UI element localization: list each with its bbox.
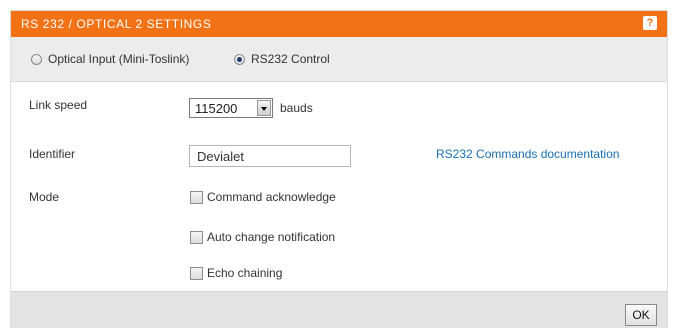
- dialog-title: RS 232 / OPTICAL 2 SETTINGS: [21, 17, 212, 31]
- checkbox-unchecked-icon[interactable]: [190, 266, 203, 280]
- dropdown-arrow-icon[interactable]: [257, 100, 271, 116]
- ok-button[interactable]: OK: [625, 304, 657, 326]
- question-mark-icon[interactable]: ?: [643, 16, 657, 30]
- rs232-docs-link[interactable]: RS232 Commands documentation: [436, 147, 619, 161]
- checkbox-command-acknowledge[interactable]: Command acknowledge: [190, 190, 336, 204]
- dialog-footer: OK: [11, 291, 667, 328]
- settings-dialog: RS 232 / OPTICAL 2 SETTINGS ? Optical In…: [10, 10, 668, 328]
- radio-optical-input[interactable]: Optical Input (Mini-Toslink): [31, 52, 189, 66]
- bauds-unit-label: bauds: [280, 101, 313, 115]
- radio-rs232-control[interactable]: RS232 Control: [234, 52, 330, 66]
- radio-optical-input-label: Optical Input (Mini-Toslink): [48, 52, 190, 66]
- link-speed-label: Link speed: [29, 98, 88, 112]
- radio-button-unchecked-icon[interactable]: [31, 53, 42, 65]
- radio-button-checked-icon[interactable]: [234, 53, 245, 65]
- identifier-input[interactable]: [189, 145, 351, 167]
- echo-chaining-label: Echo chaining: [207, 266, 283, 280]
- checkbox-unchecked-icon[interactable]: [190, 190, 203, 204]
- auto-change-notification-label: Auto change notification: [207, 230, 336, 244]
- mode-label: Mode: [29, 190, 60, 204]
- link-speed-value: 115200: [195, 100, 238, 116]
- checkbox-auto-change-notification[interactable]: Auto change notification: [190, 230, 335, 244]
- identifier-label: Identifier: [29, 147, 76, 161]
- radio-rs232-control-label: RS232 Control: [251, 52, 330, 66]
- checkbox-unchecked-icon[interactable]: [190, 230, 203, 244]
- checkbox-echo-chaining[interactable]: Echo chaining: [190, 266, 282, 280]
- link-speed-select[interactable]: 115200: [189, 98, 273, 118]
- command-acknowledge-label: Command acknowledge: [207, 190, 336, 204]
- mode-selector-bar: Optical Input (Mini-Toslink) RS232 Contr…: [11, 37, 667, 82]
- dialog-titlebar: RS 232 / OPTICAL 2 SETTINGS ?: [11, 11, 667, 37]
